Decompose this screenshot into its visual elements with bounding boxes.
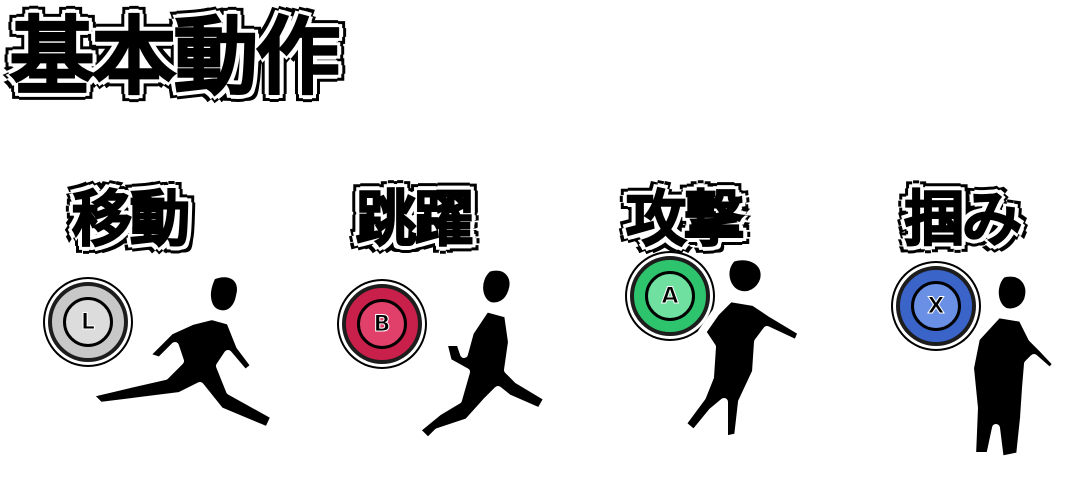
button-letter: B <box>357 299 407 349</box>
running-silhouette-icon <box>84 269 279 435</box>
action-attack: 攻撃 A <box>600 170 860 470</box>
grabbing-silhouette-icon <box>966 268 1061 464</box>
attacking-silhouette-icon <box>678 252 806 444</box>
jumping-silhouette-icon <box>412 262 552 446</box>
action-label: 掴み <box>903 184 1023 256</box>
action-label: 移動 <box>71 184 191 256</box>
action-jump: 跳躍 B <box>318 170 578 470</box>
action-grab: 掴み X <box>872 170 1088 470</box>
action-move: 移動 L <box>40 170 300 470</box>
button-letter: X <box>911 281 961 331</box>
action-label: 跳躍 <box>355 184 475 256</box>
action-label: 攻撃 <box>625 184 745 256</box>
page-title: 基本動作 <box>9 7 341 107</box>
